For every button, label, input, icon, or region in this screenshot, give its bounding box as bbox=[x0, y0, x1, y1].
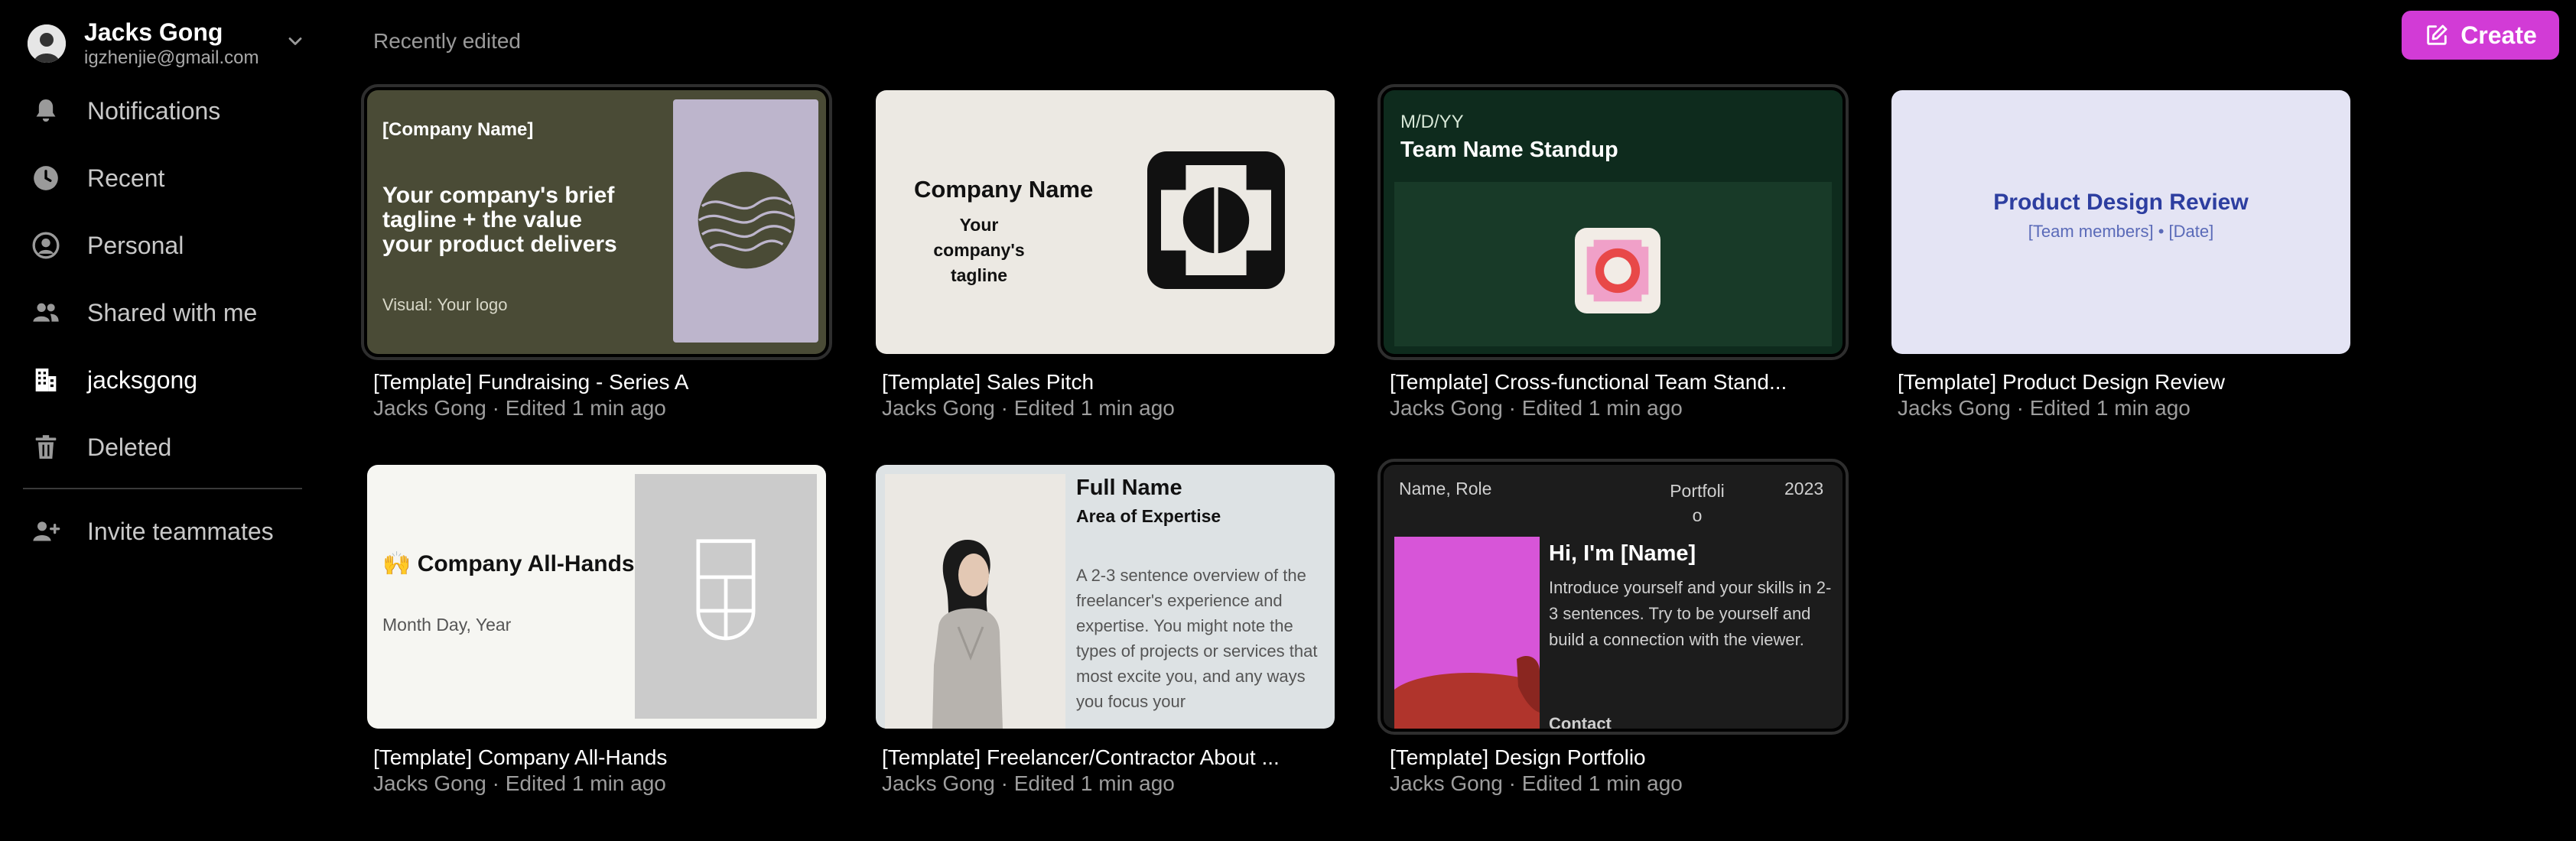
card-meta: Jacks Gong · Edited 1 min ago bbox=[1390, 771, 1683, 795]
thumb-portfolio-label: Portfolio bbox=[1670, 481, 1725, 525]
thumb-content-area bbox=[1394, 182, 1832, 346]
sidebar-item-label: Shared with me bbox=[87, 298, 258, 326]
section-title: Recently edited bbox=[373, 29, 522, 53]
card-title[interactable]: [Template] Company All-Hands bbox=[373, 745, 667, 770]
thumb-logo-panel bbox=[673, 99, 818, 343]
card-thumbnail-fundraising[interactable]: [Company Name] Your company's brief tagl… bbox=[361, 84, 832, 360]
card-thumbnail-design-portfolio[interactable]: Name, Role Portfolio 2023 Hi, I'm [Name]… bbox=[1377, 459, 1849, 735]
sidebar-item-label: Notifications bbox=[87, 96, 221, 125]
card-meta: Jacks Gong · Edited 1 min ago bbox=[373, 771, 666, 795]
sidebar-item-notifications[interactable]: Notifications bbox=[23, 83, 306, 138]
thumb-area: Area of Expertise bbox=[1076, 506, 1221, 526]
user-circle-icon bbox=[28, 227, 64, 264]
invite-teammates-label: Invite teammates bbox=[87, 517, 274, 545]
card-thumbnail-freelancer[interactable]: Full Name Area of Expertise A 2-3 senten… bbox=[876, 465, 1335, 729]
thumb-year: 2023 bbox=[1784, 479, 1824, 498]
sidebar-item-jacksgong[interactable]: jacksgong bbox=[23, 352, 306, 408]
account-email: igzhenjie@gmail.com bbox=[84, 47, 259, 68]
account-switcher[interactable]: Jacks Gong igzhenjie@gmail.com bbox=[28, 18, 311, 70]
thumb-name: Full Name bbox=[1076, 476, 1182, 500]
avatar bbox=[28, 24, 66, 63]
thumb-subtitle: [Team members] • [Date] bbox=[2028, 222, 2214, 241]
thumb-title: Team Name Standup bbox=[1400, 138, 1618, 162]
sidebar-item-shared[interactable]: Shared with me bbox=[23, 285, 306, 340]
thumb-hero-image bbox=[1394, 537, 1540, 729]
card-meta: Jacks Gong · Edited 1 min ago bbox=[1898, 396, 2191, 420]
chair-photo-icon bbox=[1394, 537, 1540, 729]
thumb-description: A 2-3 sentence overview of the freelance… bbox=[1076, 566, 1318, 711]
sidebar-item-personal[interactable]: Personal bbox=[23, 218, 306, 273]
thumb-visual-note: Visual: Your logo bbox=[382, 295, 508, 314]
account-name: Jacks Gong bbox=[84, 18, 223, 46]
card-meta: Jacks Gong · Edited 1 min ago bbox=[1390, 396, 1683, 420]
card-thumbnail-sales-pitch[interactable]: Company Name Your company's tagline bbox=[876, 90, 1335, 354]
thumb-company-name: Company Name bbox=[914, 176, 1094, 203]
logo-outline-icon bbox=[696, 539, 756, 641]
card-title[interactable]: [Template] Cross-functional Team Stand..… bbox=[1390, 370, 1787, 395]
card-meta: Jacks Gong · Edited 1 min ago bbox=[882, 771, 1175, 795]
trash-icon bbox=[28, 429, 64, 466]
card-title[interactable]: [Template] Fundraising - Series A bbox=[373, 370, 688, 395]
card-title[interactable]: [Template] Product Design Review bbox=[1898, 370, 2225, 395]
sidebar-item-label: Deleted bbox=[87, 433, 172, 461]
invite-teammates-button[interactable]: Invite teammates bbox=[23, 504, 306, 559]
sidebar-item-recent[interactable]: Recent bbox=[23, 151, 306, 206]
clock-icon bbox=[28, 160, 64, 196]
sidebar-item-label: Personal bbox=[87, 231, 184, 259]
create-button-label: Create bbox=[2461, 21, 2537, 49]
sidebar-item-deleted[interactable]: Deleted bbox=[23, 420, 306, 475]
edit-icon bbox=[2427, 24, 2448, 45]
thumb-title: 🙌 Company All-Hands bbox=[382, 551, 635, 576]
card-title[interactable]: [Template] Design Portfolio bbox=[1390, 745, 1646, 770]
card-meta: Jacks Gong · Edited 1 min ago bbox=[373, 396, 666, 420]
person-portrait-icon bbox=[885, 474, 1065, 729]
thumb-contact: Contact bbox=[1549, 714, 1612, 729]
sidebar: Jacks Gong igzhenjie@gmail.com Notificat… bbox=[0, 0, 317, 841]
card-thumbnail-standup[interactable]: M/D/YY Team Name Standup bbox=[1377, 84, 1849, 360]
wave-logo-icon bbox=[698, 171, 795, 269]
thumb-title: Product Design Review bbox=[1993, 190, 2249, 215]
thumb-tagline: Your company's brief tagline + the value… bbox=[382, 183, 617, 257]
thumb-heading: Hi, I'm [Name] bbox=[1549, 541, 1696, 566]
create-button[interactable]: Create bbox=[2402, 11, 2559, 60]
thumb-company-name: [Company Name] bbox=[382, 119, 534, 140]
card-thumbnail-product-design-review[interactable]: Product Design Review [Team members] • [… bbox=[1891, 90, 2350, 354]
card-thumbnail-all-hands[interactable]: 🙌 Company All-Hands Month Day, Year bbox=[367, 465, 826, 729]
thumb-date: Month Day, Year bbox=[382, 615, 512, 635]
bell-icon bbox=[28, 93, 64, 129]
users-icon bbox=[28, 294, 64, 331]
building-icon bbox=[28, 362, 64, 398]
thumb-portrait-image bbox=[885, 474, 1065, 729]
logo-mark-icon bbox=[1147, 151, 1285, 289]
thumb-intro: Introduce yourself and your skills in 2-… bbox=[1549, 578, 1832, 649]
thumb-date: M/D/YY bbox=[1400, 112, 1464, 132]
avatar-photo-icon bbox=[28, 24, 66, 63]
thumb-tagline: Your company's tagline bbox=[933, 215, 1025, 285]
user-plus-icon bbox=[28, 513, 64, 550]
card-meta: Jacks Gong · Edited 1 min ago bbox=[882, 396, 1175, 420]
sidebar-item-label: Recent bbox=[87, 164, 165, 192]
thumb-name-role: Name, Role bbox=[1399, 479, 1492, 498]
card-title[interactable]: [Template] Sales Pitch bbox=[882, 370, 1094, 395]
chevron-down-icon[interactable] bbox=[285, 31, 306, 52]
card-title[interactable]: [Template] Freelancer/Contractor About .… bbox=[882, 745, 1280, 770]
thumb-logo-panel bbox=[635, 474, 817, 719]
logo-mark-icon bbox=[1575, 228, 1660, 313]
sidebar-item-label: jacksgong bbox=[87, 365, 198, 394]
sidebar-divider bbox=[23, 488, 302, 489]
